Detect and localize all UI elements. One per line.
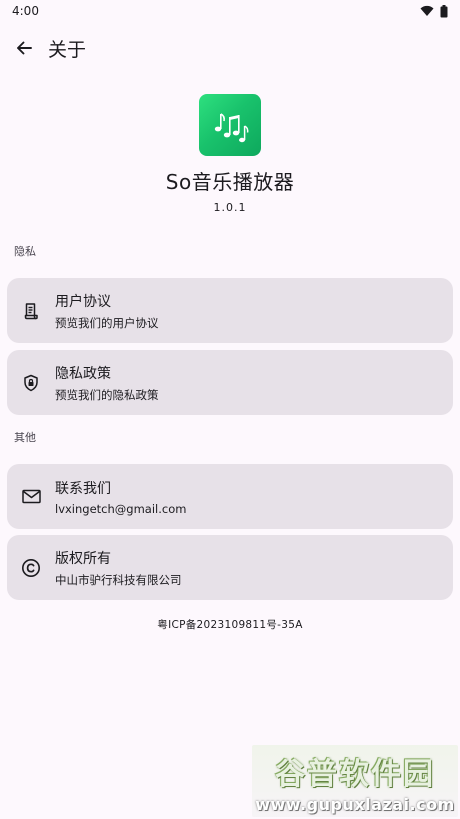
item-title: 联系我们 bbox=[55, 480, 111, 497]
battery-icon bbox=[440, 4, 448, 17]
icp-license-link[interactable]: 粤ICP备2023109811号-35A bbox=[0, 617, 460, 632]
item-title: 用户协议 bbox=[55, 293, 111, 310]
arrow-left-icon bbox=[17, 41, 32, 55]
wifi-icon bbox=[420, 5, 434, 16]
shield-lock-icon bbox=[24, 374, 38, 391]
document-icon bbox=[24, 302, 38, 319]
watermark-logo: 谷普软件园 bbox=[275, 756, 435, 792]
privacy-policy-item[interactable]: 隐私政策 预览我们的隐私政策 bbox=[7, 350, 453, 415]
page-title: 关于 bbox=[48, 38, 87, 61]
music-notes-icon bbox=[214, 113, 249, 143]
mail-icon bbox=[21, 489, 41, 504]
section-label-privacy: 隐私 bbox=[14, 245, 36, 258]
copyright-icon bbox=[22, 558, 40, 577]
contact-us-item[interactable]: 联系我们 lvxingetch@gmail.com bbox=[7, 464, 453, 529]
item-subtitle: 中山市驴行科技有限公司 bbox=[55, 572, 182, 587]
watermark-url: www.gupuxlazai.com bbox=[255, 794, 455, 814]
back-button[interactable] bbox=[0, 26, 48, 70]
top-app-bar: 关于 bbox=[0, 26, 460, 70]
app-name: So音乐播放器 bbox=[165, 170, 295, 194]
section-label-other: 其他 bbox=[14, 431, 36, 444]
app-version: 1.0.1 bbox=[213, 201, 247, 214]
status-time: 4:00 bbox=[12, 4, 39, 18]
app-logo bbox=[199, 94, 261, 156]
item-subtitle: lvxingetch@gmail.com bbox=[55, 501, 187, 516]
user-agreement-item[interactable]: 用户协议 预览我们的用户协议 bbox=[7, 278, 453, 343]
status-bar: 4:00 bbox=[0, 0, 460, 22]
item-title: 隐私政策 bbox=[55, 365, 111, 382]
app-header: So音乐播放器 1.0.1 bbox=[0, 94, 460, 214]
item-subtitle: 预览我们的隐私政策 bbox=[55, 387, 159, 402]
watermark: 谷普软件园 www.gupuxlazai.com bbox=[252, 745, 458, 817]
item-subtitle: 预览我们的用户协议 bbox=[55, 315, 159, 330]
copyright-item[interactable]: 版权所有 中山市驴行科技有限公司 bbox=[7, 535, 453, 600]
item-title: 版权所有 bbox=[55, 550, 111, 567]
